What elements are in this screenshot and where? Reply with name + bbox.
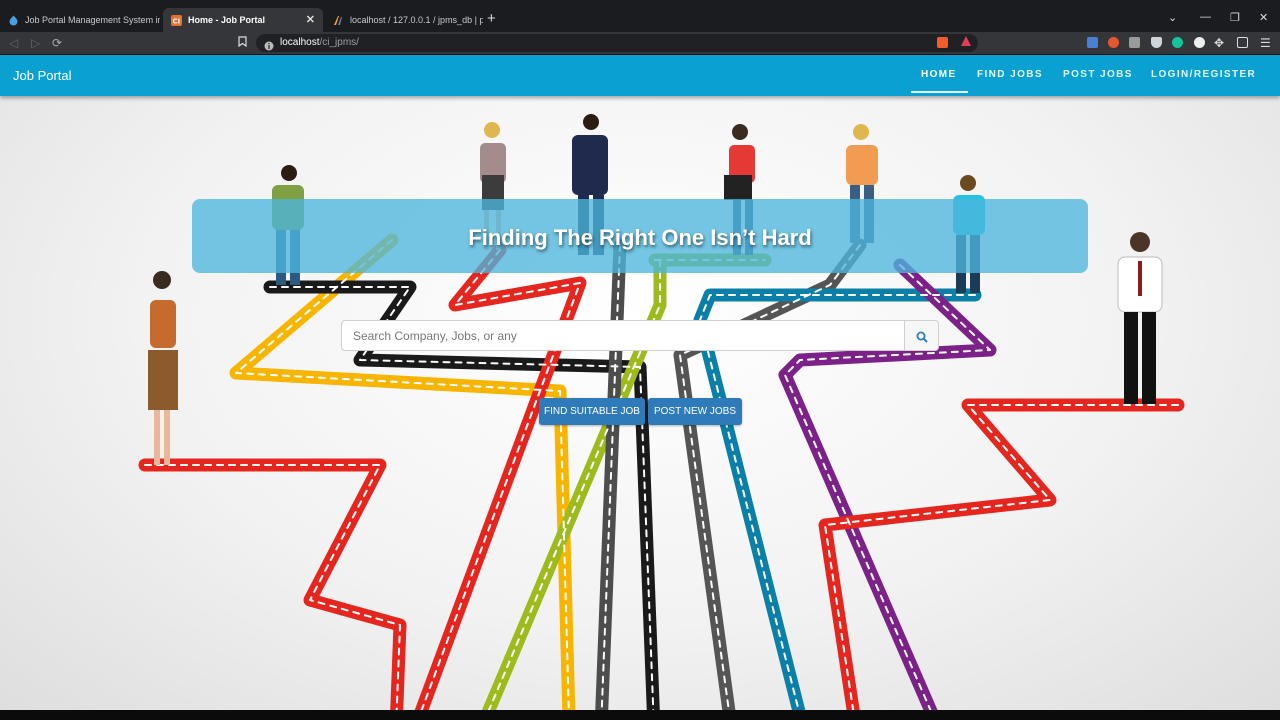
window-close-icon[interactable]: ✕ bbox=[1259, 11, 1268, 24]
nav-home[interactable]: HOME bbox=[921, 69, 957, 80]
url-path: /ci_jpms/ bbox=[319, 37, 359, 48]
red-road-center bbox=[414, 243, 587, 710]
tab-title: localhost / 127.0.0.1 / jpms_db | phpM bbox=[350, 15, 483, 25]
active-nav-indicator bbox=[911, 91, 968, 93]
shield-icon[interactable] bbox=[1151, 37, 1162, 48]
nav-find-jobs[interactable]: FIND JOBS bbox=[977, 69, 1043, 80]
tab-phpmyadmin[interactable]: localhost / 127.0.0.1 / jpms_db | phpM bbox=[325, 8, 483, 32]
forward-icon[interactable]: ▷ bbox=[31, 36, 40, 50]
bookmark-icon[interactable] bbox=[238, 36, 247, 50]
search-input[interactable] bbox=[341, 320, 905, 351]
post-new-jobs-button[interactable]: POST NEW JOBS bbox=[648, 398, 742, 425]
hero-title: Finding The Right One Isn’t Hard bbox=[468, 225, 812, 250]
close-icon[interactable]: ✕ bbox=[306, 13, 315, 26]
tab-job-portal-info[interactable]: Job Portal Management System in PH bbox=[0, 8, 160, 32]
reload-icon[interactable]: ⟳ bbox=[52, 36, 62, 50]
search-group bbox=[341, 320, 939, 351]
page-viewport: Job Portal HOME FIND JOBS POST JOBS LOGI… bbox=[0, 55, 1280, 710]
find-suitable-job-button[interactable]: FIND SUITABLE JOB bbox=[539, 398, 645, 425]
menu-icon[interactable]: ☰ bbox=[1260, 36, 1271, 50]
swift-extension-icon[interactable] bbox=[1108, 37, 1119, 48]
brave-rewards-icon[interactable] bbox=[960, 35, 972, 50]
wallet-icon[interactable] bbox=[1237, 37, 1248, 48]
browser-toolbar: ◁ ▷ ⟳ localhost/ci_jpms/ ✥ ☰ bbox=[0, 32, 1280, 54]
svg-text:CI: CI bbox=[173, 17, 181, 25]
tab-title: Home - Job Portal bbox=[188, 15, 266, 25]
search-button[interactable] bbox=[905, 320, 939, 351]
restore-icon[interactable]: ❐ bbox=[1230, 11, 1240, 24]
nav-login-register[interactable]: LOGIN/REGISTER bbox=[1151, 69, 1256, 80]
camera-icon[interactable] bbox=[1129, 37, 1140, 48]
drupal-icon bbox=[8, 15, 19, 26]
browser-tab-bar: Job Portal Management System in PH CI Ho… bbox=[0, 0, 1280, 32]
tab-search-icon[interactable]: ⌄ bbox=[1168, 11, 1177, 24]
hero-banner: Finding The Right One Isn’t Hard bbox=[192, 199, 1088, 273]
red-road-right bbox=[818, 398, 1185, 710]
phpmyadmin-icon bbox=[333, 15, 344, 26]
nav-post-jobs[interactable]: POST JOBS bbox=[1063, 69, 1133, 80]
address-bar[interactable]: localhost/ci_jpms/ bbox=[256, 34, 978, 52]
back-icon[interactable]: ◁ bbox=[9, 36, 18, 50]
tab-home-job-portal[interactable]: CI Home - Job Portal ✕ bbox=[163, 8, 323, 32]
site-navbar: Job Portal HOME FIND JOBS POST JOBS LOGI… bbox=[0, 55, 1280, 96]
tab-title: Job Portal Management System in PH bbox=[25, 15, 160, 25]
codeigniter-icon: CI bbox=[171, 14, 182, 26]
roads-illustration bbox=[138, 114, 1185, 710]
translate-icon[interactable] bbox=[1087, 37, 1098, 48]
grammarly-icon[interactable] bbox=[1172, 37, 1183, 48]
brand-logo-text[interactable]: Job Portal bbox=[13, 68, 72, 83]
brave-shield-icon[interactable] bbox=[937, 37, 948, 48]
person-white-shirt-man bbox=[1117, 232, 1163, 404]
screen-bottom-edge bbox=[0, 710, 1280, 720]
circle-extension-icon[interactable] bbox=[1194, 37, 1205, 48]
url-host: localhost bbox=[280, 37, 320, 48]
search-icon bbox=[916, 330, 928, 348]
minimize-icon[interactable]: — bbox=[1200, 11, 1211, 23]
site-info-icon[interactable] bbox=[264, 38, 274, 56]
person-left-woman bbox=[148, 271, 178, 465]
url-text[interactable]: localhost/ci_jpms/ bbox=[280, 37, 359, 48]
extensions-puzzle-icon[interactable]: ✥ bbox=[1214, 36, 1224, 50]
new-tab-icon[interactable]: + bbox=[487, 11, 496, 26]
